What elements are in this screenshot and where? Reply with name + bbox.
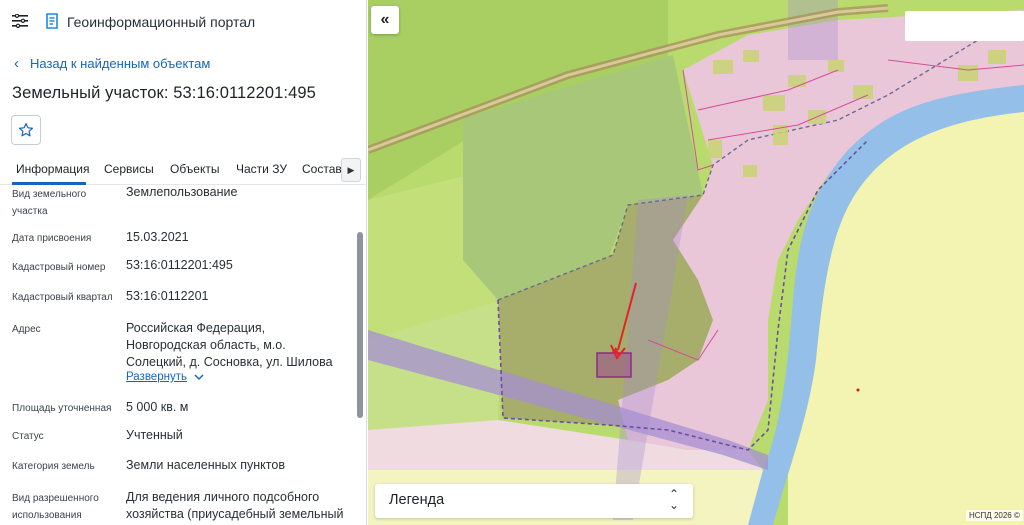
label-address: Адрес — [12, 324, 41, 335]
map-view[interactable]: « Легенда ⌃ ⌄ НСПД 2026 © — [368, 0, 1024, 525]
back-link-label: Назад к найденным объектам — [30, 55, 211, 71]
value-land-category: Земли населенных пунктов — [126, 458, 285, 472]
value-permitted-use: Для ведения личного подсобного хозяйства… — [126, 490, 344, 521]
label-permitted-use: Вид разрешенного использования — [12, 493, 99, 521]
logo-icon — [46, 13, 58, 29]
value-status: Учтенный — [126, 428, 183, 442]
app-title: Геоинформационный портал — [67, 14, 256, 30]
star-icon — [19, 123, 33, 137]
tab-services[interactable]: Сервисы — [104, 162, 154, 176]
page-title: Земельный участок: 53:16:0112201:495 — [12, 84, 316, 102]
favorite-button[interactable] — [11, 115, 41, 145]
tab-information[interactable]: Информация — [16, 162, 89, 176]
value-assignment-date: 15.03.2021 — [126, 230, 189, 244]
map-canvas[interactable] — [368, 0, 1024, 525]
label-cadastral-number: Кадастровый номер — [12, 262, 106, 273]
value-area: 5 000 кв. м — [126, 400, 189, 414]
value-cadastral-quarter: 53:16:0112201 — [126, 289, 209, 303]
label-parcel-type: Вид земельного участка — [12, 189, 87, 217]
expand-label: Развернуть — [126, 371, 187, 383]
label-area: Площадь уточненная — [12, 403, 112, 414]
tab-objects[interactable]: Объекты — [170, 162, 220, 176]
chevron-right-icon: ▶ — [347, 164, 355, 175]
selected-parcel-highlight[interactable] — [596, 352, 632, 378]
map-copyright: НСПД 2026 © — [966, 510, 1023, 521]
double-chevron-left-icon: « — [380, 11, 390, 28]
chevron-down-icon — [194, 373, 204, 380]
chevron-left-icon: ‹ — [14, 54, 19, 72]
tab-bar: Информация Сервисы Объекты Части ЗУ Сост… — [0, 155, 366, 185]
map-search-box[interactable] — [905, 11, 1024, 41]
panel-scrollbar[interactable] — [357, 232, 363, 418]
legend-label: Легенда — [389, 492, 445, 508]
label-land-category: Категория земель — [12, 461, 95, 472]
value-parcel-type: Землепользование — [126, 186, 238, 199]
attribute-list: Вид земельного участка Землепользование … — [0, 186, 356, 525]
info-panel: Геоинформационный портал ‹ Назад к найде… — [0, 0, 367, 525]
tabs-scroll-next-button[interactable]: ▶ — [341, 158, 361, 182]
label-assignment-date: Дата присвоения — [12, 233, 92, 244]
tab-parcel-parts[interactable]: Части ЗУ — [236, 162, 287, 176]
panel-header: Геоинформационный портал — [0, 0, 366, 44]
back-link[interactable]: ‹ Назад к найденным объектам — [14, 55, 210, 71]
tab-composition[interactable]: Состав — [302, 162, 342, 176]
menu-icon[interactable] — [12, 14, 28, 28]
expand-address-link[interactable]: Развернуть — [126, 371, 204, 383]
collapse-panel-button[interactable]: « — [371, 6, 399, 34]
label-status: Статус — [12, 431, 44, 442]
value-cadastral-number: 53:16:0112201:495 — [126, 258, 233, 272]
value-address: Российская Федерация, Новгородская облас… — [126, 321, 333, 369]
active-tab-indicator — [12, 182, 86, 185]
legend-dropdown[interactable]: Легенда ⌃ ⌄ — [375, 484, 693, 518]
label-cadastral-quarter: Кадастровый квартал — [12, 292, 113, 303]
up-down-arrows-icon: ⌃ ⌄ — [668, 487, 679, 512]
